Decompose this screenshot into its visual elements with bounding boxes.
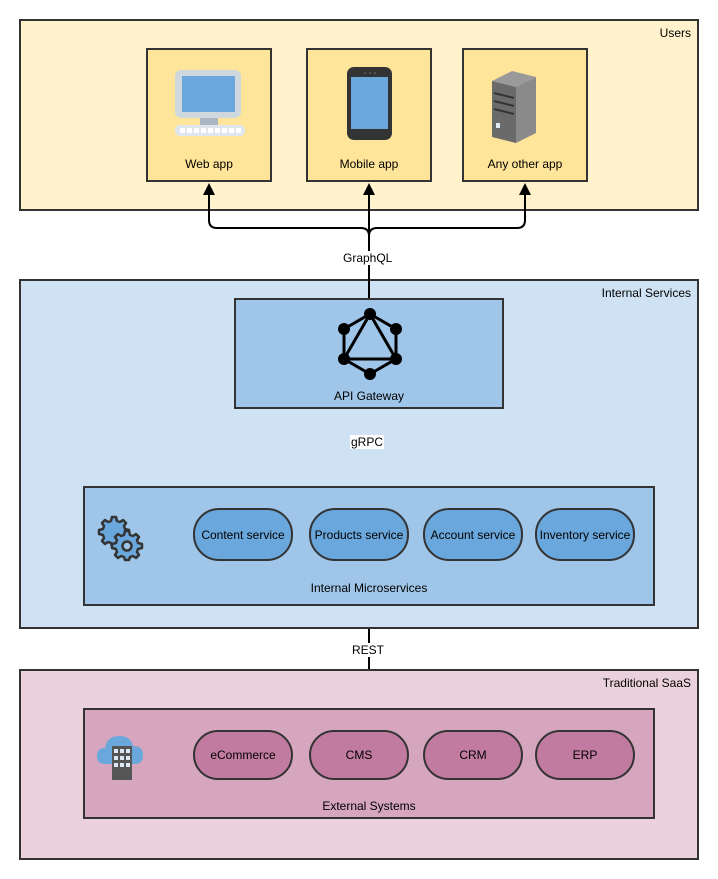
- gears-icon: [97, 515, 144, 562]
- internal-microservices-box: Content service Products service Account…: [83, 486, 655, 606]
- cloud-building-icon: [97, 736, 143, 780]
- service-pill-inventory[interactable]: Inventory service: [535, 508, 635, 561]
- service-pill-content[interactable]: Content service: [193, 508, 293, 561]
- grpc-edge-label: gRPC: [350, 435, 385, 449]
- graphql-line-into-gateway: [368, 270, 370, 300]
- external-systems-box: eCommerce CMS CRM ERP External Systems: [83, 708, 655, 819]
- web-app-label: Web app: [185, 157, 233, 171]
- api-gateway-box[interactable]: API Gateway: [234, 298, 504, 409]
- external-pill-erp[interactable]: ERP: [535, 730, 635, 780]
- users-zone-title: Users: [659, 26, 691, 40]
- service-pill-account[interactable]: Account service: [423, 508, 523, 561]
- mobile-app-card[interactable]: Mobile app: [306, 48, 432, 182]
- mobile-app-label: Mobile app: [339, 157, 399, 171]
- api-gateway-label: API Gateway: [333, 389, 405, 403]
- other-app-card[interactable]: Any other app: [462, 48, 588, 182]
- smartphone-icon: [347, 67, 392, 140]
- external-pill-crm[interactable]: CRM: [423, 730, 523, 780]
- server-tower-icon: [492, 71, 536, 143]
- external-pill-ecommerce[interactable]: eCommerce: [193, 730, 293, 780]
- other-app-label: Any other app: [487, 157, 563, 171]
- internal-services-title: Internal Services: [601, 286, 691, 300]
- internal-microservices-label: Internal Microservices: [310, 581, 428, 595]
- external-pill-cms[interactable]: CMS: [309, 730, 409, 780]
- desktop-computer-icon: [175, 70, 245, 136]
- graphql-edge-label: GraphQL: [342, 251, 394, 265]
- web-app-card[interactable]: Web app: [146, 48, 272, 182]
- traditional-saas-title: Traditional SaaS: [602, 676, 691, 690]
- external-systems-label: External Systems: [322, 799, 416, 813]
- graphql-logo-icon: [338, 308, 402, 380]
- rest-edge-label: REST: [351, 643, 386, 657]
- service-pill-products[interactable]: Products service: [309, 508, 409, 561]
